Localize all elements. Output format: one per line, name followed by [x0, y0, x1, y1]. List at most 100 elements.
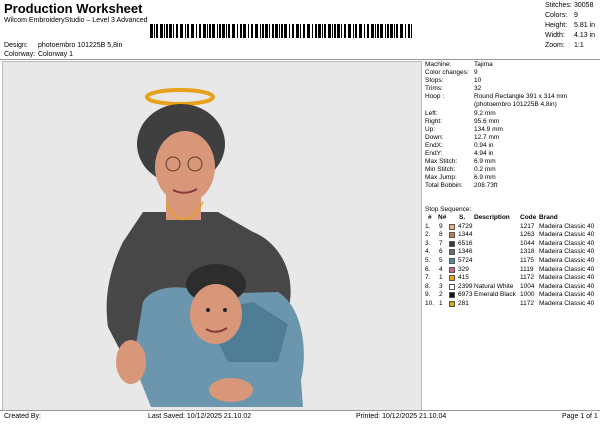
stop-sequence-table: Stop Sequence: # N# S. Description Code … [425, 206, 598, 309]
needle-number: 7 [439, 239, 443, 247]
stop-number: 8. [425, 282, 431, 290]
info-value: 134.9 mm [474, 125, 503, 133]
barcode-bar [307, 24, 310, 38]
stat-row: Colors: 9 [545, 12, 598, 22]
info-label: Up: [425, 125, 436, 133]
barcode-bar [269, 24, 270, 38]
table-row: 3. 7 6516 1044 Madeira Classic 40 [425, 240, 598, 249]
barcode-bar [359, 24, 362, 38]
info-label: Right: [425, 117, 442, 125]
color-swatch [449, 283, 455, 290]
barcode-bar [284, 24, 287, 38]
barcode-bar [217, 24, 218, 38]
info-value: 9 [474, 69, 478, 77]
barcode-bar [337, 24, 340, 38]
stitch-count: 4729 [458, 222, 473, 230]
thread-brand: Madeira Classic 40 [539, 239, 595, 247]
needle-number: 8 [439, 231, 443, 239]
barcode-bar [251, 24, 253, 38]
barcode-bar [209, 24, 211, 38]
barcode-bar [169, 24, 172, 38]
stat-label: Height: [545, 22, 568, 29]
barcode-bar [332, 24, 333, 38]
info-value: 6.9 mm [474, 174, 496, 182]
color-swatch [449, 275, 455, 282]
thread-brand: Madeira Classic 40 [539, 231, 595, 239]
needle-number: 1 [439, 274, 443, 282]
color-swatch [449, 257, 455, 264]
thread-code: 1044 [520, 239, 535, 247]
color-swatch [449, 249, 455, 256]
stitch-count: 1344 [458, 231, 473, 239]
stop-sequence-title: Stop Sequence: [425, 206, 472, 213]
info-value: 12.7 mm [474, 133, 500, 141]
woman-hand-right [209, 378, 253, 402]
barcode-bar [322, 24, 323, 38]
barcode-bar [226, 24, 227, 38]
needle-number: 5 [439, 256, 443, 264]
barcode-bar [222, 24, 225, 38]
stat-label: Zoom: [545, 42, 565, 49]
barcode-bar [279, 24, 280, 38]
barcode-bar [355, 24, 357, 38]
stop-number: 4. [425, 248, 431, 256]
table-row: 8. 3 2399 Natural White 1004 Madeira Classic … [425, 283, 598, 292]
thread-brand: Madeira Classic 40 [539, 299, 595, 307]
info-row: Hoop : Round Rectangle 391 x 314 mm [425, 93, 598, 101]
design-label: Design: [4, 42, 28, 49]
info-label: Min Stitch: [425, 166, 456, 174]
barcode-bar [353, 24, 354, 38]
barcode-bar [364, 24, 365, 38]
stop-number: 6. [425, 265, 431, 273]
thread-description: Natural White [474, 282, 514, 290]
thread-code: 1004 [520, 282, 535, 290]
barcode-bar [255, 24, 258, 38]
stat-value: 5.81 in [574, 22, 596, 29]
thread-brand: Madeira Classic 40 [539, 222, 595, 230]
color-swatch [449, 232, 455, 239]
barcode-bar [312, 24, 313, 38]
stat-value: 4.13 in [574, 32, 596, 39]
stitch-count: 281 [458, 299, 469, 307]
table-row: 10. 1 281 1172 Madeira Classic 40 [425, 300, 598, 309]
info-label: Max Jump: [425, 174, 457, 182]
barcode-bar [375, 24, 376, 38]
stat-value: 9 [574, 12, 578, 19]
barcode-bar [203, 24, 206, 38]
table-row: 7. 1 415 1172 Madeira Classic 40 [425, 274, 598, 283]
barcode-bar [272, 24, 274, 38]
stat-label: Width: [545, 32, 565, 39]
thread-code: 1217 [520, 222, 535, 230]
thread-code: 1318 [520, 248, 535, 256]
barcode-bar [367, 24, 369, 38]
barcode-bar [237, 24, 238, 38]
stitch-count: 2399 [458, 282, 473, 290]
barcode-bar [176, 24, 178, 38]
info-row: Min Stitch: 0.2 mm [425, 166, 598, 174]
barcode-bar [344, 24, 346, 38]
barcode-bar [377, 24, 379, 38]
barcode-bar [228, 24, 230, 38]
barcode-bar [300, 24, 301, 38]
info-value: 208.73ft [474, 182, 498, 190]
table-row: 6. 4 329 1119 Madeira Classic 40 [425, 266, 598, 275]
barcode-bar [240, 24, 242, 38]
design-info-panel: Machine: Tajima Color changes: 9 Stops: 10 Tri… [425, 61, 598, 191]
barcode-bar [281, 24, 283, 38]
stop-number: 3. [425, 239, 431, 247]
needle-number: 2 [439, 291, 443, 299]
boy-eye-left [206, 308, 210, 312]
barcode-bar [405, 24, 406, 38]
barcode-bar [173, 24, 174, 38]
stat-row: Width: 4.13 in [545, 32, 598, 42]
barcode-bar [199, 24, 201, 38]
thread-code: 1175 [520, 256, 534, 264]
barcode-bar [196, 24, 197, 38]
barcode-bar [275, 24, 278, 38]
needle-number: 1 [439, 299, 443, 307]
thread-brand: Madeira Classic 40 [539, 265, 595, 273]
info-row: Max Jump: 6.9 mm [425, 174, 598, 182]
info-label: Color changes: [425, 69, 469, 77]
barcode-bar [260, 24, 261, 38]
info-value: Tajima [474, 61, 493, 68]
